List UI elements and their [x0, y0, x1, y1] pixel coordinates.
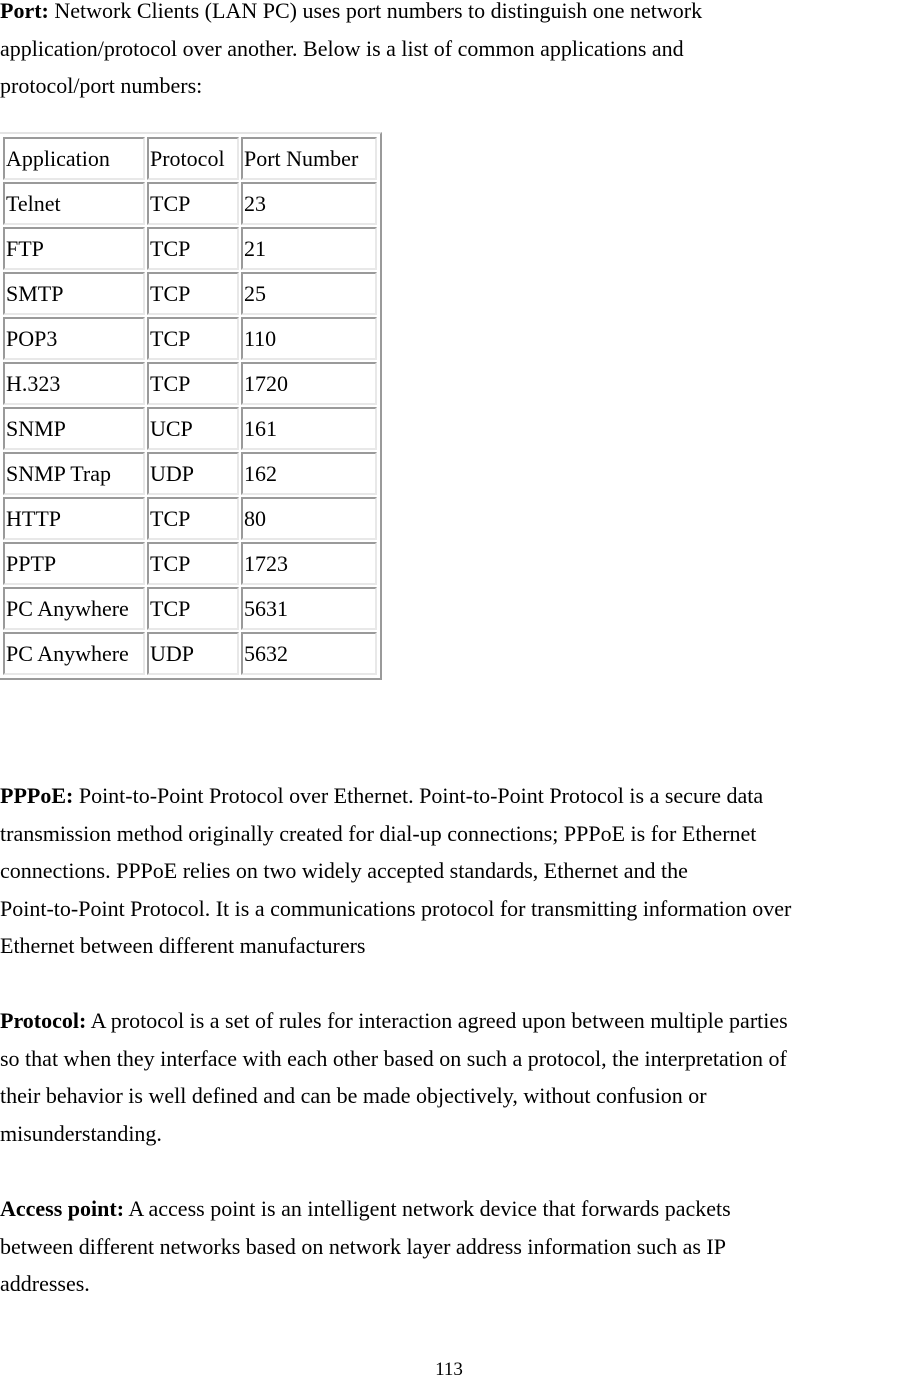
- access-point-line-3: addresses.: [0, 1271, 90, 1296]
- header-protocol: Protocol: [147, 137, 239, 180]
- cell-application: H.323: [3, 362, 145, 405]
- header-application: Application: [3, 137, 145, 180]
- pppoe-line-2: transmission method originally created f…: [0, 820, 757, 846]
- table-row: POP3 TCP 110: [3, 317, 377, 360]
- pppoe-line-4: Point-to-Point Protocol. It is a communi…: [0, 895, 792, 921]
- pppoe-line-5: Ethernet between different manufacturers: [0, 933, 366, 958]
- table-row: SMTP TCP 25: [3, 272, 377, 315]
- table-row: SNMP UCP 161: [3, 407, 377, 450]
- table-row: Telnet TCP 23: [3, 182, 377, 225]
- table-row: FTP TCP 21: [3, 227, 377, 270]
- protocol-definition: Protocol: A protocol is a set of rules f…: [0, 1002, 898, 1152]
- table-row: SNMP Trap UDP 162: [3, 452, 377, 495]
- table-row: PPTP TCP 1723: [3, 542, 377, 585]
- cell-port-number: 80: [241, 497, 377, 540]
- protocol-line-3: their behavior is well defined and can b…: [0, 1083, 707, 1108]
- cell-port-number: 110: [241, 317, 377, 360]
- cell-port-number: 5632: [241, 632, 377, 675]
- protocol-term: Protocol:: [0, 1008, 87, 1033]
- protocol-line-1: Protocol: A protocol is a set of rules f…: [0, 1008, 788, 1033]
- cell-application: Telnet: [3, 182, 145, 225]
- cell-protocol: UDP: [147, 452, 239, 495]
- port-definition: Port: Network Clients (LAN PC) uses port…: [0, 0, 898, 105]
- cell-port-number: 5631: [241, 587, 377, 630]
- access-point-definition: Access point: A access point is an intel…: [0, 1190, 898, 1303]
- cell-application: SNMP: [3, 407, 145, 450]
- port-line-2: application/protocol over another. Below…: [0, 35, 684, 61]
- port-line-3: protocol/port numbers:: [0, 73, 203, 98]
- pppoe-term: PPPoE:: [0, 783, 74, 808]
- cell-application: SNMP Trap: [3, 452, 145, 495]
- cell-protocol: TCP: [147, 362, 239, 405]
- cell-application: PC Anywhere: [3, 632, 145, 675]
- access-point-term: Access point:: [0, 1196, 125, 1221]
- header-port-number: Port Number: [241, 137, 377, 180]
- cell-protocol: TCP: [147, 317, 239, 360]
- cell-protocol: UCP: [147, 407, 239, 450]
- table-header-row: Application Protocol Port Number: [3, 137, 377, 180]
- table-row: PC Anywhere TCP 5631: [3, 587, 377, 630]
- cell-application: POP3: [3, 317, 145, 360]
- cell-protocol: TCP: [147, 227, 239, 270]
- cell-protocol: TCP: [147, 587, 239, 630]
- protocol-line-2: so that when they interface with each ot…: [0, 1045, 787, 1071]
- access-point-line-1: Access point: A access point is an intel…: [0, 1196, 731, 1221]
- cell-port-number: 25: [241, 272, 377, 315]
- port-table-container: Application Protocol Port Number Telnet T…: [0, 132, 382, 680]
- cell-port-number: 161: [241, 407, 377, 450]
- cell-port-number: 1723: [241, 542, 377, 585]
- cell-protocol: TCP: [147, 182, 239, 225]
- table-row: H.323 TCP 1720: [3, 362, 377, 405]
- table-row: HTTP TCP 80: [3, 497, 377, 540]
- port-line-1: Port: Network Clients (LAN PC) uses port…: [0, 0, 703, 23]
- cell-port-number: 23: [241, 182, 377, 225]
- cell-application: SMTP: [3, 272, 145, 315]
- cell-port-number: 162: [241, 452, 377, 495]
- cell-application: PC Anywhere: [3, 587, 145, 630]
- cell-port-number: 1720: [241, 362, 377, 405]
- cell-application: PPTP: [3, 542, 145, 585]
- pppoe-line-1: PPPoE: Point-to-Point Protocol over Ethe…: [0, 783, 764, 808]
- cell-application: HTTP: [3, 497, 145, 540]
- cell-protocol: TCP: [147, 497, 239, 540]
- pppoe-definition: PPPoE: Point-to-Point Protocol over Ethe…: [0, 777, 898, 965]
- pppoe-line-3: connections. PPPoE relies on two widely …: [0, 858, 688, 883]
- protocol-line-4: misunderstanding.: [0, 1120, 162, 1146]
- cell-protocol: TCP: [147, 272, 239, 315]
- cell-port-number: 21: [241, 227, 377, 270]
- access-point-line-2: between different networks based on netw…: [0, 1233, 726, 1259]
- port-term: Port:: [0, 0, 49, 23]
- cell-protocol: TCP: [147, 542, 239, 585]
- port-table: Application Protocol Port Number Telnet T…: [1, 135, 379, 677]
- table-row: PC Anywhere UDP 5632: [3, 632, 377, 675]
- cell-protocol: UDP: [147, 632, 239, 675]
- cell-application: FTP: [3, 227, 145, 270]
- page-number: 113: [435, 1359, 463, 1380]
